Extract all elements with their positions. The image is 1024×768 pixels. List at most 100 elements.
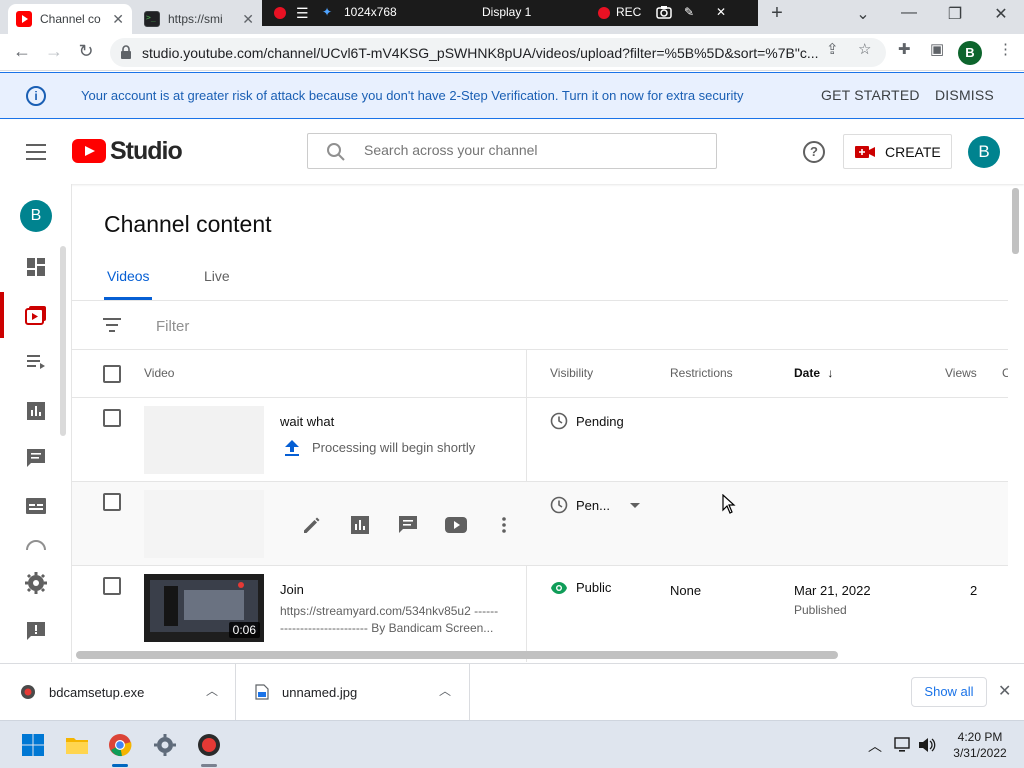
side-panel-icon[interactable]: ▣ (930, 40, 944, 58)
close-window-icon[interactable]: ✕ (978, 4, 1024, 24)
row-checkbox[interactable] (103, 493, 121, 511)
get-started-button[interactable]: GET STARTED (821, 87, 920, 103)
feedback-icon[interactable] (24, 619, 48, 643)
pencil-icon[interactable]: ✎ (684, 5, 694, 19)
bandicam-icon[interactable] (197, 733, 221, 757)
video-thumbnail[interactable] (144, 406, 264, 474)
settings-icon[interactable] (24, 571, 48, 595)
select-all-checkbox[interactable] (103, 365, 121, 383)
column-header-views: Views (945, 366, 977, 380)
reload-icon[interactable]: ↻ (74, 41, 98, 62)
column-header-date[interactable]: Date ↓ (794, 366, 833, 380)
channel-avatar[interactable]: B (20, 200, 52, 232)
show-all-downloads-button[interactable]: Show all (911, 677, 987, 707)
chevron-up-icon[interactable]: ︿ (439, 682, 451, 699)
close-recorder-icon[interactable]: ✕ (716, 5, 726, 19)
browser-tab-studio[interactable]: Channel co ✕ (8, 4, 132, 34)
file-explorer-icon[interactable] (65, 733, 89, 757)
hamburger-menu-icon[interactable] (26, 144, 46, 160)
download-filename: unnamed.jpg (282, 685, 358, 700)
settings-gear-icon[interactable] (153, 733, 177, 757)
tab-videos[interactable]: Videos (107, 268, 150, 284)
dashboard-icon[interactable] (24, 255, 48, 279)
search-input[interactable] (364, 142, 704, 158)
edit-pencil-icon[interactable] (288, 512, 336, 538)
filter-input[interactable]: Filter (156, 318, 189, 335)
windows-start-icon[interactable] (21, 733, 45, 757)
network-icon[interactable] (894, 737, 912, 753)
subtitles-icon[interactable] (24, 494, 48, 518)
visibility-cell[interactable]: Public (550, 580, 611, 595)
table-row[interactable]: Pen... (72, 482, 1008, 565)
share-icon[interactable]: ⇪ (826, 40, 839, 58)
system-clock[interactable]: 4:20 PM 3/31/2022 (940, 729, 1020, 761)
menu-icon[interactable]: ☰ (296, 5, 309, 22)
row-checkbox[interactable] (103, 409, 121, 427)
dismiss-button[interactable]: DISMISS (935, 87, 994, 103)
table-row[interactable]: wait what Processing will begin shortly … (72, 398, 1008, 481)
restore-icon[interactable]: ❐ (932, 4, 978, 24)
youtube-play-icon[interactable] (432, 512, 480, 538)
url-text[interactable]: studio.youtube.com/channel/UCvl6T-mV4KSG… (142, 45, 822, 61)
table-row[interactable]: 0:06 Join https://streamyard.com/534nkv8… (72, 566, 1008, 662)
create-button[interactable]: CREATE (843, 134, 952, 169)
video-title[interactable]: Join (280, 582, 304, 597)
recorder-logo-icon (274, 7, 286, 19)
tab-live[interactable]: Live (204, 268, 230, 284)
record-icon[interactable] (598, 7, 610, 19)
minimize-icon[interactable]: — (886, 4, 932, 22)
copyright-icon[interactable] (24, 540, 48, 550)
close-tab-icon[interactable]: ✕ (112, 11, 124, 28)
comments-icon[interactable] (384, 512, 432, 538)
analytics-icon[interactable] (24, 399, 48, 423)
camera-icon[interactable] (656, 5, 672, 22)
help-icon[interactable]: ? (803, 141, 825, 163)
account-avatar[interactable]: B (968, 136, 1000, 168)
browser-tab-terminal[interactable]: https://smi ✕ (136, 4, 262, 34)
running-app-indicator (201, 764, 217, 767)
download-item[interactable]: unnamed.jpg ︿ (237, 664, 470, 721)
windows-taskbar: ︿ 4:20 PM 3/31/2022 (0, 720, 1024, 768)
horizontal-scrollbar[interactable] (76, 651, 838, 659)
video-thumbnail[interactable] (144, 490, 264, 558)
browser-menu-icon[interactable]: ⋮ (998, 40, 1013, 58)
volume-icon[interactable] (918, 737, 936, 753)
visibility-dropdown[interactable]: Pen... (550, 496, 640, 514)
content-icon[interactable] (24, 303, 48, 327)
tab-search-chevron-icon[interactable]: ⌄ (840, 4, 886, 24)
sidebar-scrollbar[interactable] (60, 246, 66, 436)
more-options-icon[interactable] (480, 512, 528, 538)
row-actions (288, 512, 528, 538)
close-tab-icon[interactable]: ✕ (242, 11, 254, 28)
youtube-logo-icon[interactable] (72, 139, 106, 163)
download-item[interactable]: bdcamsetup.exe ︿ (0, 664, 236, 721)
address-bar[interactable]: studio.youtube.com/channel/UCvl6T-mV4KSG… (110, 38, 886, 67)
video-title[interactable]: wait what (280, 414, 334, 429)
vertical-scrollbar[interactable] (1012, 188, 1019, 254)
lock-icon (121, 45, 131, 59)
back-icon[interactable]: ← (10, 41, 34, 62)
sort-down-arrow-icon: ↓ (827, 366, 834, 380)
bookmark-star-icon[interactable]: ☆ (858, 40, 871, 58)
analytics-icon[interactable] (336, 512, 384, 538)
channel-search[interactable] (307, 133, 717, 169)
close-shelf-icon[interactable]: ✕ (998, 681, 1011, 701)
chrome-icon[interactable] (108, 733, 132, 757)
rec-label[interactable]: REC (616, 5, 641, 19)
new-tab-icon[interactable]: + (754, 2, 800, 25)
column-header-video: Video (144, 366, 175, 380)
show-hidden-icons-chevron-icon[interactable]: ︿ (868, 736, 882, 756)
bandicam-file-icon (21, 685, 35, 699)
comments-icon[interactable] (24, 446, 48, 470)
forward-icon[interactable]: → (42, 41, 66, 62)
video-thumbnail[interactable]: 0:06 (144, 574, 264, 642)
filter-icon[interactable] (102, 318, 122, 332)
download-shelf: bdcamsetup.exe ︿ unnamed.jpg ︿ Show all … (0, 663, 1024, 721)
extensions-icon[interactable]: ✚ (898, 40, 911, 58)
chevron-up-icon[interactable]: ︿ (206, 682, 218, 699)
pin-icon[interactable]: ✦ (322, 5, 332, 19)
row-checkbox[interactable] (103, 577, 121, 595)
browser-profile-avatar[interactable]: B (958, 41, 982, 65)
studio-logo-text[interactable]: Studio (110, 137, 183, 166)
playlists-icon[interactable] (24, 350, 48, 374)
